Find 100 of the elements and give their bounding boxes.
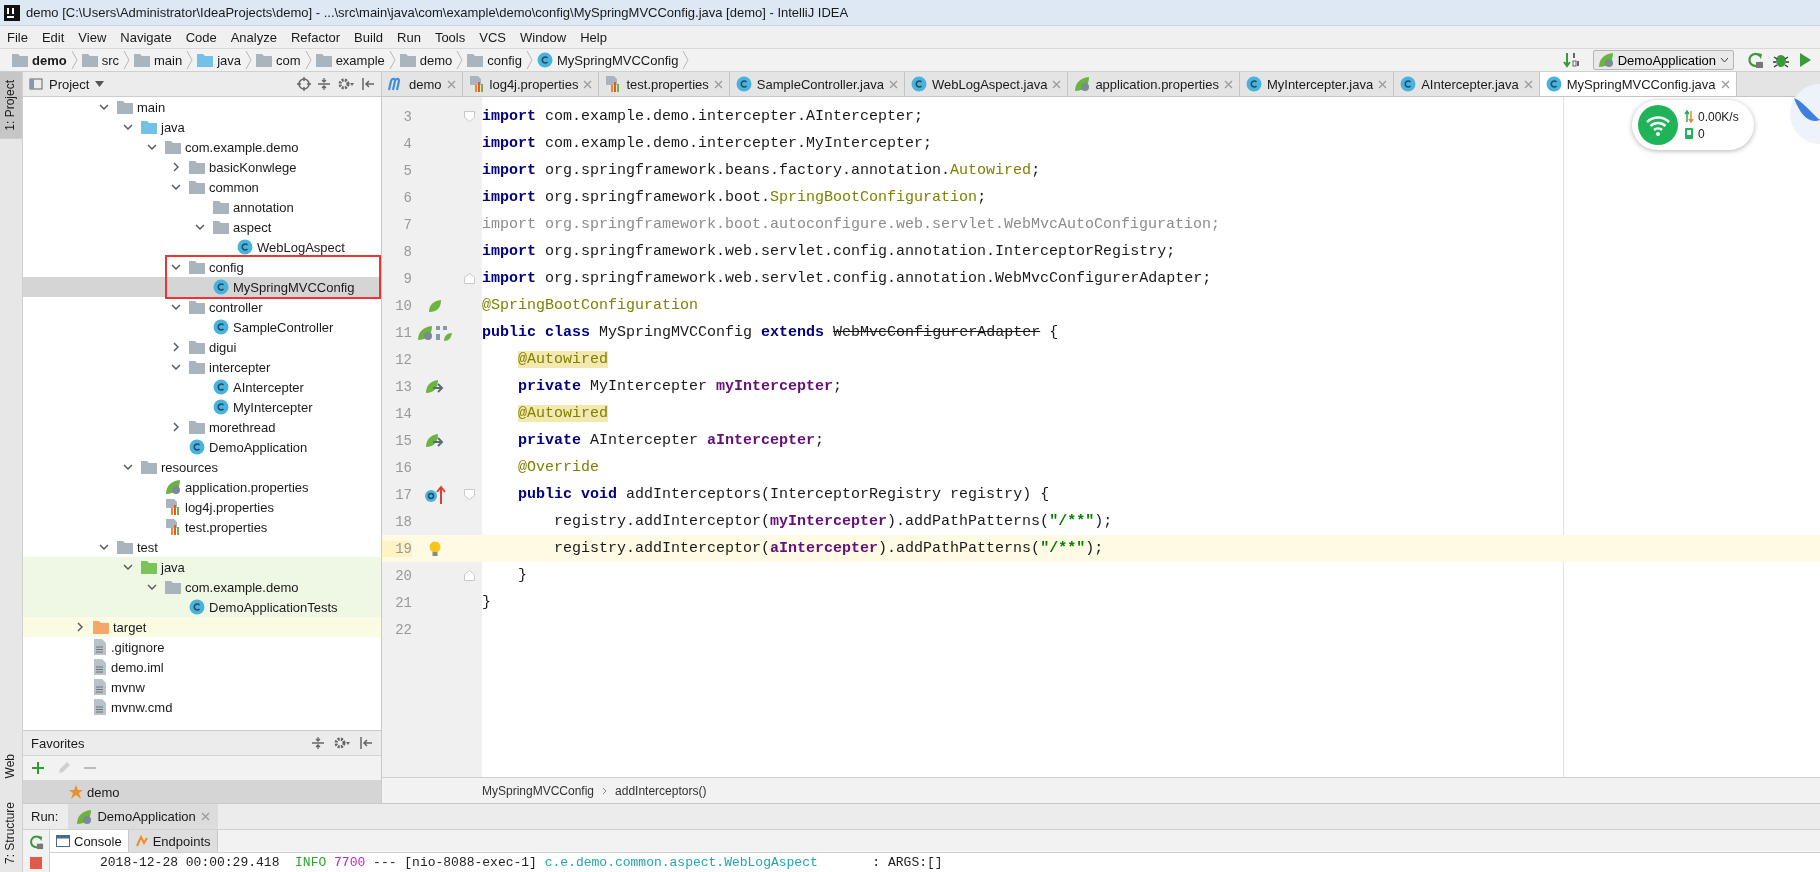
tree-row[interactable]: AIntercepter bbox=[23, 377, 381, 397]
menu-item[interactable]: Navigate bbox=[113, 29, 179, 45]
tree-row[interactable]: controller bbox=[23, 297, 381, 317]
editor-tab[interactable]: MySpringMVCConfig.java bbox=[1539, 72, 1737, 96]
console-tab[interactable]: Endpoints bbox=[128, 830, 218, 852]
chevron-down-icon[interactable] bbox=[99, 102, 109, 112]
tool-window-tab[interactable]: Web bbox=[0, 745, 22, 786]
chevron-down-icon[interactable] bbox=[195, 222, 205, 232]
override-icon[interactable] bbox=[424, 484, 446, 505]
fold-marker-icon[interactable] bbox=[463, 489, 475, 500]
tree-row[interactable]: morethread bbox=[23, 417, 381, 437]
tree-row[interactable]: MyIntercepter bbox=[23, 397, 381, 417]
tree-row[interactable]: demo.iml bbox=[23, 657, 381, 677]
tree-row[interactable]: MySpringMVCConfig bbox=[23, 277, 381, 297]
menu-item[interactable]: Code bbox=[178, 29, 224, 45]
tree-row[interactable]: test.properties bbox=[23, 517, 381, 537]
run-tab[interactable]: DemoApplication bbox=[68, 804, 218, 829]
tree-row[interactable]: config bbox=[23, 257, 381, 277]
tree-row[interactable]: common bbox=[23, 177, 381, 197]
menu-item[interactable]: Run bbox=[390, 29, 428, 45]
chevron-down-icon[interactable] bbox=[99, 542, 109, 552]
menu-item[interactable]: VCS bbox=[472, 29, 513, 45]
breadcrumb-item[interactable]: addInterceptors() bbox=[615, 783, 707, 798]
tool-window-tab[interactable]: 7: Structure bbox=[0, 793, 22, 872]
tree-row[interactable]: com.example.demo bbox=[23, 577, 381, 597]
hide-panel-icon[interactable] bbox=[359, 736, 373, 750]
menu-item[interactable]: Help bbox=[573, 29, 614, 45]
menu-item[interactable]: Tools bbox=[427, 29, 473, 45]
network-widget[interactable]: 0.00K/s 0 bbox=[1632, 100, 1754, 150]
breadcrumb-item[interactable]: demo bbox=[8, 52, 71, 68]
tree-row[interactable]: target bbox=[23, 617, 381, 637]
tree-row[interactable]: mvnw bbox=[23, 677, 381, 697]
collapse-icon[interactable] bbox=[311, 736, 325, 750]
rerun-icon[interactable] bbox=[1746, 51, 1764, 69]
tree-row[interactable]: basicKonwlege bbox=[23, 157, 381, 177]
tree-row[interactable]: com.example.demo bbox=[23, 137, 381, 157]
tree-row[interactable]: annotation bbox=[23, 197, 381, 217]
chevron-right-icon[interactable] bbox=[75, 622, 85, 632]
chevron-down-icon[interactable] bbox=[147, 582, 157, 592]
close-icon[interactable] bbox=[1720, 79, 1730, 89]
stop-icon[interactable] bbox=[29, 856, 43, 870]
tree-row[interactable]: aspect bbox=[23, 217, 381, 237]
tree-row[interactable]: mvnw.cmd bbox=[23, 697, 381, 717]
tree-row[interactable]: .gitignore bbox=[23, 637, 381, 657]
chevron-down-icon[interactable] bbox=[171, 362, 181, 372]
breadcrumb-item[interactable]: java bbox=[193, 52, 246, 68]
breadcrumb-item[interactable]: MySpringMVCConfig bbox=[533, 52, 683, 68]
menu-item[interactable]: Edit bbox=[34, 29, 72, 45]
chevron-right-icon[interactable] bbox=[171, 342, 181, 352]
settings-icon[interactable] bbox=[333, 736, 351, 750]
tree-row[interactable]: java bbox=[23, 557, 381, 577]
collapse-icon[interactable] bbox=[317, 77, 331, 91]
favorite-item[interactable]: demo bbox=[23, 781, 381, 803]
fold-marker-icon[interactable] bbox=[463, 111, 475, 122]
menu-item[interactable]: Analyze bbox=[223, 29, 284, 45]
tree-row[interactable]: intercepter bbox=[23, 357, 381, 377]
autowired-icon[interactable] bbox=[425, 377, 445, 396]
tree-row[interactable]: digui bbox=[23, 337, 381, 357]
menu-item[interactable]: Window bbox=[512, 29, 574, 45]
beans-icon[interactable] bbox=[435, 324, 453, 341]
tree-row[interactable]: DemoApplication bbox=[23, 437, 381, 457]
caret-icon[interactable] bbox=[95, 81, 105, 87]
run-config-dropdown[interactable]: DemoApplication bbox=[1592, 50, 1734, 70]
tool-window-tab[interactable]: 1: Project bbox=[0, 72, 22, 139]
fold-marker-icon[interactable] bbox=[463, 273, 475, 284]
chevron-down-icon[interactable] bbox=[147, 142, 157, 152]
run-icon[interactable] bbox=[1798, 51, 1812, 69]
tree-row[interactable]: DemoApplicationTests bbox=[23, 597, 381, 617]
breadcrumb-item[interactable]: demo bbox=[395, 52, 457, 68]
menu-item[interactable]: Build bbox=[347, 29, 390, 45]
breadcrumb-item[interactable]: MySpringMVCConfig bbox=[482, 783, 595, 798]
tree-row[interactable]: resources bbox=[23, 457, 381, 477]
add-icon[interactable] bbox=[31, 761, 45, 775]
chevron-right-icon[interactable] bbox=[171, 162, 181, 172]
chevron-down-icon[interactable] bbox=[171, 182, 181, 192]
rerun-icon[interactable] bbox=[28, 834, 44, 850]
tree-row[interactable]: WebLogAspect bbox=[23, 237, 381, 257]
breadcrumb-item[interactable]: com bbox=[252, 52, 305, 68]
tree-row[interactable]: java bbox=[23, 117, 381, 137]
tree-row[interactable]: test bbox=[23, 537, 381, 557]
tree-row[interactable]: main bbox=[23, 97, 381, 117]
chevron-right-icon[interactable] bbox=[171, 422, 181, 432]
menu-item[interactable]: File bbox=[0, 29, 35, 45]
breadcrumb-item[interactable]: example bbox=[311, 52, 389, 68]
bulb-icon[interactable] bbox=[428, 539, 442, 558]
console-tab[interactable]: Console bbox=[50, 830, 129, 852]
sort-icon[interactable] bbox=[1562, 51, 1581, 69]
settings-icon[interactable] bbox=[337, 77, 355, 91]
hide-panel-icon[interactable] bbox=[361, 77, 375, 91]
chevron-down-icon[interactable] bbox=[123, 562, 133, 572]
tree-row[interactable]: SampleController bbox=[23, 317, 381, 337]
chevron-down-icon[interactable] bbox=[171, 262, 181, 272]
tree-row[interactable]: log4j.properties bbox=[23, 497, 381, 517]
crosshair-icon[interactable] bbox=[297, 77, 311, 91]
breadcrumb-item[interactable]: config bbox=[463, 52, 526, 68]
chevron-down-icon[interactable] bbox=[123, 122, 133, 132]
fold-marker-icon[interactable] bbox=[463, 570, 475, 581]
tree-row[interactable]: application.properties bbox=[23, 477, 381, 497]
chevron-down-icon[interactable] bbox=[123, 462, 133, 472]
panel-title[interactable]: Project bbox=[49, 76, 90, 92]
